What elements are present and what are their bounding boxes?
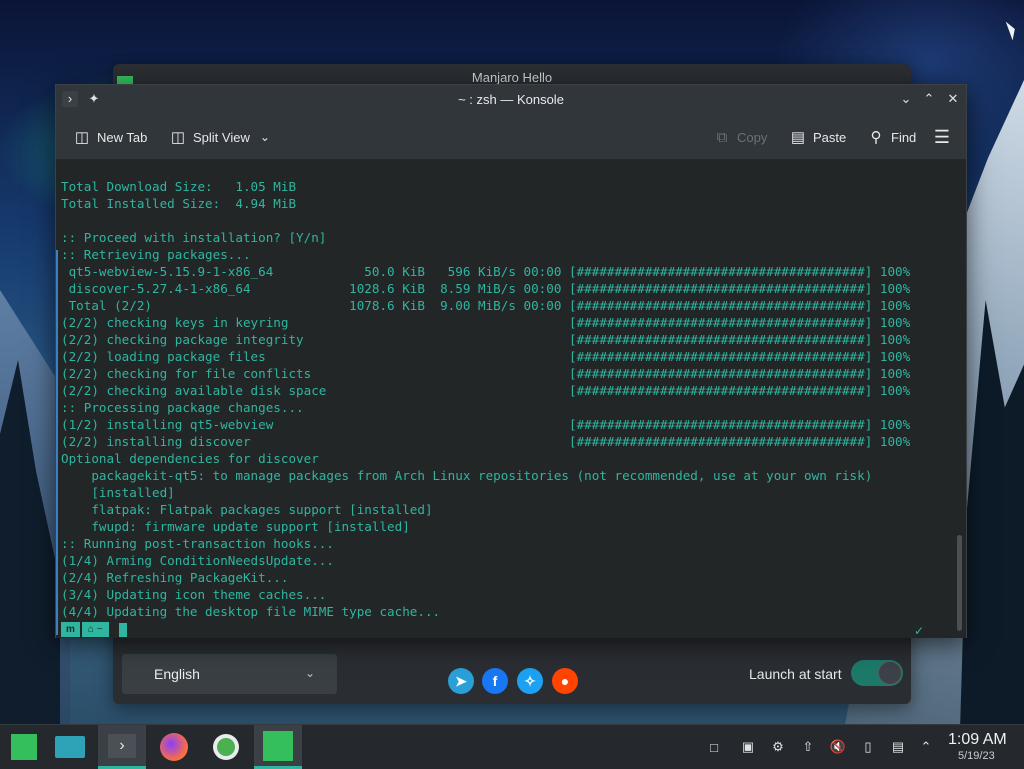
paste-label: Paste — [813, 129, 847, 145]
copy-button[interactable]: ⧉ Copy — [713, 127, 768, 147]
clipboard-icon[interactable]: ▣ — [738, 737, 758, 757]
terminal-line: :: Processing package changes... — [61, 400, 304, 415]
prompt-status-check: ✓ — [914, 624, 925, 638]
split-view-icon: ◫ — [170, 129, 186, 146]
find-label: Find — [891, 129, 917, 145]
taskbar-konsole[interactable]: › — [98, 725, 146, 769]
chevron-up-icon[interactable]: ⌃ — [916, 737, 936, 757]
terminal-line: Optional dependencies for discover — [61, 451, 319, 466]
network-icon[interactable]: ▤ — [888, 737, 908, 757]
terminal-view[interactable]: m ⌂ ~ ✓ Total Download Size: 1.05 MiB Tot… — [56, 160, 954, 638]
prompt-directory: ⌂ ~ — [81, 622, 109, 637]
terminal-line: (2/2) checking available disk space [###… — [61, 383, 911, 398]
split-view-label: Split View — [193, 129, 250, 145]
terminal-line: (2/2) checking keys in keyring [########… — [61, 315, 911, 330]
terminal-line: Total Installed Size: 4.94 MiB — [61, 196, 297, 211]
konsole-titlebar[interactable]: › ✦ ~ : zsh — Konsole ⌄ ⌃ ✕ — [56, 85, 966, 115]
terminal-line: (2/2) loading package files [###########… — [61, 349, 911, 364]
copy-icon: ⧉ — [716, 128, 728, 146]
mouse-cursor-icon — [1005, 19, 1019, 41]
facebook-icon[interactable]: f — [482, 668, 508, 694]
terminal-line: qt5-webview-5.15.9-1-x86_64 50.0 KiB 596… — [61, 264, 911, 279]
application-launcher[interactable] — [0, 725, 48, 769]
telegram-icon[interactable]: ➤ — [448, 668, 474, 694]
konsole-title: ~ : zsh — Konsole — [458, 92, 564, 107]
chevron-down-icon: ⌄ — [259, 130, 270, 144]
reddit-icon[interactable]: ● — [552, 668, 578, 694]
taskbar: › □ ▣ ⚙ ⇧ 🔇 ▯ ▤ ⌃ — [0, 724, 1024, 769]
scrollbar-thumb[interactable] — [957, 535, 962, 631]
manjaro-logo-icon — [263, 730, 293, 761]
terminal-line: Total (2/2) 1078.6 KiB 9.00 MiB/s 00:00 … — [61, 298, 911, 313]
terminal-line: (2/2) checking for file conflicts [#####… — [61, 366, 911, 381]
copy-label: Copy — [737, 129, 768, 145]
updates-icon[interactable]: ⇧ — [798, 737, 818, 757]
toggle-knob — [878, 661, 902, 685]
new-tab-icon: ◫ — [74, 129, 90, 146]
terminal-line: :: Proceed with installation? [Y/n] — [61, 230, 327, 245]
download-icon — [213, 734, 239, 760]
firefox-icon — [160, 733, 188, 761]
terminal-line: (2/2) checking package integrity [######… — [61, 332, 911, 347]
split-view-button[interactable]: ◫ Split View ⌄ — [169, 127, 274, 147]
twitter-icon[interactable]: ✧ — [517, 668, 543, 694]
paste-button[interactable]: ▤ Paste — [789, 127, 846, 147]
terminal-line: [installed] — [61, 485, 175, 500]
hamburger-menu-button[interactable]: ☰ — [933, 127, 951, 147]
paste-icon: ▤ — [790, 129, 806, 146]
chevron-down-icon: ⌄ — [304, 666, 315, 680]
shell-prompt: m ⌂ ~ — [61, 622, 127, 637]
terminal-line: (2/4) Refreshing PackageKit... — [61, 570, 289, 585]
terminal-line: (3/4) Updating icon theme caches... — [61, 587, 327, 602]
taskbar-manjaro-hello[interactable] — [254, 725, 302, 769]
terminal-line: (4/4) Updating the desktop file MIME typ… — [61, 604, 441, 619]
terminal-line: :: Retrieving packages... — [61, 247, 251, 262]
terminal-cursor — [118, 622, 127, 637]
terminal-line: (1/2) installing qt5-webview [##########… — [61, 417, 911, 432]
manjaro-prompt-icon: m — [61, 622, 80, 637]
terminal-scrollbar[interactable] — [954, 160, 966, 638]
clock-date[interactable]: 5/19/23 — [958, 750, 995, 762]
language-dropdown[interactable]: English ⌄ — [122, 654, 337, 694]
kde-connect-icon[interactable]: ⚙ — [768, 737, 788, 757]
terminal-line: flatpak: Flatpak packages support [insta… — [61, 502, 433, 517]
new-tab-label: New Tab — [97, 129, 148, 145]
maximize-button[interactable]: ⌃ — [921, 91, 937, 107]
clock-time[interactable]: 1:09 AM — [948, 731, 1007, 749]
taskbar-firefox[interactable] — [150, 725, 198, 769]
usb-device-icon[interactable]: ▯ — [858, 737, 878, 757]
terminal-line: packagekit-qt5: to manage packages from … — [61, 468, 873, 483]
terminal-line: (1/4) Arming ConditionNeedsUpdate... — [61, 553, 334, 568]
language-value: English — [154, 666, 200, 682]
volume-muted-icon[interactable]: 🔇 — [828, 737, 848, 757]
minimize-button[interactable]: ⌄ — [898, 91, 914, 107]
launch-at-start-toggle[interactable] — [851, 660, 903, 686]
taskbar-discover[interactable] — [202, 725, 250, 769]
terminal-output-marker — [56, 250, 58, 635]
show-desktop-icon[interactable]: □ — [704, 737, 724, 757]
terminal-line: :: Running post-transaction hooks... — [61, 536, 334, 551]
terminal-line: discover-5.27.4-1-x86_64 1028.6 KiB 8.59… — [61, 281, 911, 296]
terminal-line: (2/2) installing discover [#############… — [61, 434, 911, 449]
manjaro-logo-icon — [11, 734, 37, 760]
konsole-toolbar: ◫ New Tab ◫ Split View ⌄ ⧉ Copy ▤ Paste … — [56, 115, 966, 160]
menu-icon: ☰ — [933, 126, 951, 147]
konsole-window: › ✦ ~ : zsh — Konsole ⌄ ⌃ ✕ ◫ New Tab ◫ … — [55, 84, 967, 638]
hello-window-title: Manjaro Hello — [471, 70, 553, 85]
taskbar-file-manager[interactable] — [46, 725, 94, 769]
folder-icon — [55, 736, 85, 758]
terminal-line: fwupd: firmware update support [installe… — [61, 519, 410, 534]
close-button[interactable]: ✕ — [945, 91, 961, 107]
launch-at-start-label: Launch at start — [749, 666, 842, 682]
terminal-icon: › — [108, 733, 136, 758]
search-icon: ⚲ — [870, 129, 882, 146]
new-tab-button[interactable]: ◫ New Tab — [73, 127, 147, 147]
find-button[interactable]: ⚲ Find — [867, 127, 917, 147]
terminal-line: Total Download Size: 1.05 MiB — [61, 179, 297, 194]
